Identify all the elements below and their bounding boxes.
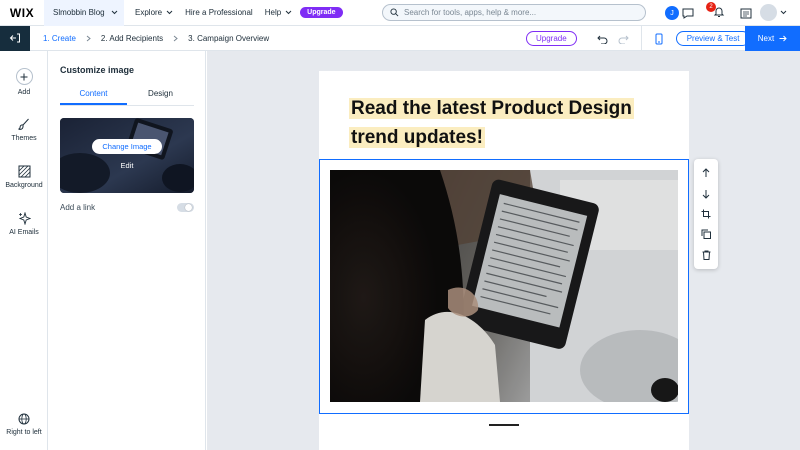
rail-item-add[interactable]: Add: [0, 68, 48, 96]
sparkle-icon: [18, 212, 31, 225]
selected-image-block[interactable]: [319, 159, 689, 414]
upgrade-outline-button[interactable]: Upgrade: [526, 31, 577, 46]
chevron-down-icon: [111, 10, 117, 15]
add-link-row: Add a link: [60, 203, 194, 212]
background-icon: [18, 165, 30, 178]
image-toolbar: [694, 159, 718, 269]
arrow-down-icon: [702, 189, 710, 199]
email-body: Read the latest Product Design trend upd…: [319, 71, 689, 450]
step-add-recipients[interactable]: 2. Add Recipients: [101, 34, 163, 43]
wix-logo[interactable]: WIX: [0, 0, 44, 26]
nav-hire-professional[interactable]: Hire a Professional: [185, 8, 253, 17]
toggle-knob: [185, 204, 192, 211]
rail-item-ai-emails[interactable]: AI Emails: [0, 212, 48, 236]
step-bar: 1. Create 2. Add Recipients 3. Campaign …: [0, 25, 800, 51]
ereader-photo: [330, 170, 678, 402]
site-name: Slmobbin Blog: [53, 8, 105, 17]
chat-icon[interactable]: [682, 8, 694, 19]
globe-icon: [18, 413, 30, 425]
step-create[interactable]: 1. Create: [43, 34, 76, 43]
move-up-button[interactable]: [698, 165, 714, 181]
headline-line-1: Read the latest Product Design: [349, 98, 634, 119]
tab-design[interactable]: Design: [127, 88, 194, 105]
arrow-up-icon: [702, 168, 710, 178]
image-thumbnail[interactable]: Change Image Edit: [60, 118, 194, 193]
preview-test-button[interactable]: Preview & Test: [675, 31, 751, 46]
rail-item-background[interactable]: Background: [0, 165, 48, 189]
nav-explore[interactable]: Explore: [135, 8, 173, 17]
arrow-right-icon: [779, 35, 787, 42]
move-down-button[interactable]: [698, 186, 714, 202]
top-bar: WIX Slmobbin Blog Explore Hire a Profess…: [0, 0, 800, 26]
headline-line-2: trend updates!: [349, 127, 485, 148]
duplicate-icon: [701, 229, 711, 240]
rail-item-themes[interactable]: Themes: [0, 117, 48, 142]
mobile-preview-icon[interactable]: [654, 33, 664, 45]
panel-tabs: Content Design: [60, 88, 194, 106]
nav-help[interactable]: Help: [265, 8, 292, 17]
search-input[interactable]: [404, 8, 634, 17]
chevron-down-icon: [285, 10, 292, 15]
separator: [640, 26, 642, 51]
brush-icon: [18, 118, 29, 130]
upgrade-button[interactable]: Upgrade: [300, 7, 343, 18]
redo-icon[interactable]: [618, 34, 629, 44]
chevron-down-icon: [166, 10, 173, 15]
email-headline[interactable]: Read the latest Product Design trend upd…: [349, 94, 659, 152]
exit-icon: [9, 33, 20, 43]
email-canvas: Read the latest Product Design trend upd…: [207, 51, 800, 450]
rail-item-label: Themes: [11, 135, 37, 142]
chevron-right-icon: [173, 35, 178, 41]
thumbnail-image: [60, 118, 194, 193]
customize-panel: Customize image Content Design Change Im…: [48, 51, 206, 450]
crop-button[interactable]: [698, 206, 714, 222]
collaborator-avatar[interactable]: J: [665, 6, 679, 20]
notification-badge: 2: [706, 2, 716, 12]
rail-item-label: Add: [17, 89, 31, 96]
add-link-toggle[interactable]: [177, 203, 194, 212]
divider: [489, 424, 519, 426]
chevron-down-icon: [780, 10, 787, 15]
exit-button[interactable]: [0, 25, 30, 51]
undo-icon[interactable]: [596, 34, 608, 44]
add-link-label: Add a link: [60, 203, 96, 212]
next-button[interactable]: Next: [745, 26, 800, 51]
step-campaign-overview[interactable]: 3. Campaign Overview: [188, 34, 269, 43]
tab-content[interactable]: Content: [60, 88, 127, 105]
chevron-right-icon: [86, 35, 91, 41]
rail-item-right-to-left[interactable]: Right to left: [0, 413, 48, 436]
rail-item-label: Right to left: [6, 429, 42, 436]
left-rail: Add Themes Background AI Emails Right to…: [0, 51, 48, 450]
delete-button[interactable]: [698, 247, 714, 263]
avatar: [760, 4, 777, 21]
change-image-button[interactable]: Change Image: [92, 139, 162, 154]
email-photo[interactable]: [330, 170, 678, 402]
edit-image-link[interactable]: Edit: [60, 161, 194, 170]
panel-title: Customize image: [60, 65, 135, 75]
search-icon: [390, 8, 399, 17]
trash-icon: [702, 250, 710, 260]
user-menu[interactable]: [760, 4, 787, 21]
search-bar[interactable]: [382, 4, 646, 21]
rail-item-label: AI Emails: [9, 229, 39, 236]
news-icon[interactable]: [740, 8, 752, 19]
duplicate-button[interactable]: [698, 226, 714, 242]
crop-icon: [701, 209, 711, 219]
rail-item-label: Background: [5, 182, 43, 189]
site-selector[interactable]: Slmobbin Blog: [44, 0, 124, 26]
plus-icon: [15, 68, 33, 85]
